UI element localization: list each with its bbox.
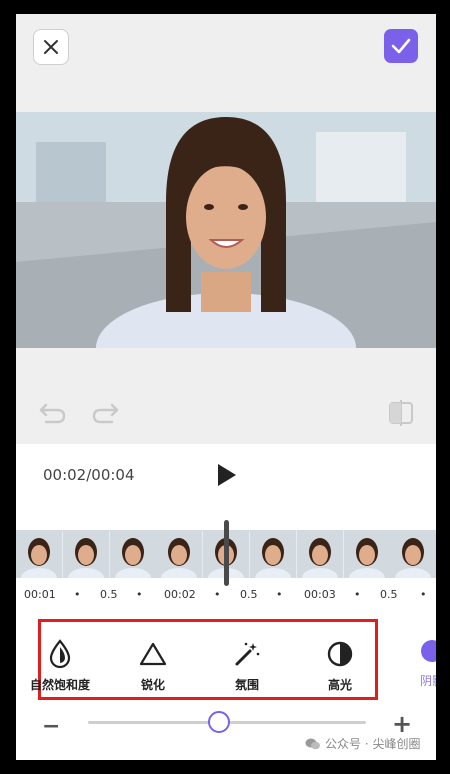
close-button[interactable] [33,29,69,65]
time-display: 00:02/00:04 [43,466,135,484]
tick-dot: • [74,588,81,601]
tool-sharpen[interactable]: 锐化 [113,638,193,693]
tick-label: 00:02 [164,588,196,601]
tick-label: 00:01 [24,588,56,601]
watermark-text: 公众号 · 尖峰创圈 [325,737,421,751]
tool-vibrance[interactable]: 自然饱和度 [20,638,100,693]
timeline-frame [343,530,391,588]
tick-dot: • [136,588,143,601]
droplet-icon [49,639,71,669]
timeline-frame [390,530,436,588]
tool-label: 锐化 [140,678,165,692]
close-icon [44,40,58,54]
timeline-frame [62,530,110,588]
timeline-ruler: 00:01 • 0.5 • 00:02 • 0.5 • 00:03 • 0.5 … [16,586,436,608]
increase-button[interactable]: + [392,710,412,738]
timeline-frame [156,530,204,588]
check-icon [391,38,411,54]
tool-label: 自然饱和度 [29,678,90,692]
tool-highlights[interactable]: 高光 [300,638,380,693]
video-editor-screen: 00:02/00:04 00:01 • 0.5 • 00:02 • 0.5 • … [16,14,436,760]
confirm-button[interactable] [384,29,418,63]
half-circle-icon [327,641,353,667]
playhead-handle[interactable] [224,520,229,586]
redo-icon [92,403,119,424]
slider-thumb[interactable] [208,711,230,733]
video-preview [16,112,436,348]
play-icon [218,464,236,486]
watermark: 公众号 · 尖峰创圈 [305,735,420,752]
playback-row: 00:02/00:04 [16,444,436,530]
redo-button[interactable] [90,401,120,429]
tick-label: 0.5 [100,588,118,601]
edit-controls-bar [16,348,436,444]
tool-ambience[interactable]: 氛围 [207,638,287,693]
video-frame-image [16,112,436,348]
tick-dot: • [354,588,361,601]
compare-icon [389,400,413,426]
undo-button[interactable] [38,401,68,429]
tick-dot: • [214,588,221,601]
play-button[interactable] [216,462,238,492]
circle-icon [421,640,436,662]
timeline-frame [249,530,297,588]
tick-label: 0.5 [240,588,258,601]
top-bar [16,14,436,112]
wechat-icon [305,738,320,749]
adjustment-tools: 自然饱和度 锐化 氛围 高光 阴影 [16,614,436,710]
tick-label: 00:03 [304,588,336,601]
compare-button[interactable] [386,398,416,432]
tool-label: 高光 [327,678,352,692]
tick-dot: • [276,588,283,601]
magic-wand-icon [235,642,260,666]
undo-icon [39,403,66,424]
timeline-frame [109,530,157,588]
timeline-frame [16,530,63,588]
tick-dot: • [420,588,427,601]
tool-label: 阴影 [420,674,436,688]
tool-shadows[interactable]: 阴影 [420,640,436,689]
tick-label: 0.5 [380,588,398,601]
decrease-button[interactable]: − [42,714,60,739]
triangle-icon [139,642,167,666]
timeline-frame [296,530,344,588]
tool-label: 氛围 [234,678,259,692]
